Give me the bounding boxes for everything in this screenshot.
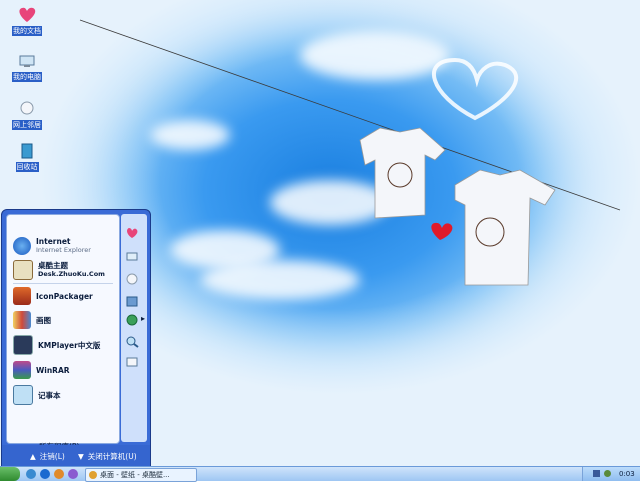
menu-item-winrar[interactable]: WinRAR <box>13 359 117 381</box>
my-computer-icon <box>16 50 38 70</box>
internet-explorer-icon <box>13 237 31 255</box>
menu-item-title: 画图 <box>36 315 51 325</box>
desktop-icon-recycle-bin[interactable]: 回收站 <box>2 140 52 172</box>
shutdown-button[interactable]: ▼ 关闭计算机(U) <box>78 451 137 462</box>
desktop-icon-my-documents[interactable]: 我的文档 <box>2 4 52 36</box>
menu-item-notepad[interactable]: 记事本 <box>13 384 117 406</box>
recycle-bin-icon <box>16 140 38 160</box>
menu-item-kmplayer[interactable]: KMPlayer中文版 <box>13 334 117 356</box>
system-tray: 0:03 <box>582 467 640 481</box>
shutdown-label: 关闭计算机(U) <box>87 452 137 461</box>
iconpackager-icon <box>13 287 31 305</box>
start-menu-programs-pane: Internet Internet Explorer 桌酷主题 Desk.ZhuoK… <box>6 214 120 451</box>
menu-item-title: Internet <box>36 237 71 246</box>
menu-item-title: IconPackager <box>36 291 93 301</box>
search-icon[interactable] <box>125 335 139 348</box>
desktop-icon-label: 我的电脑 <box>12 72 42 82</box>
menu-item-title: 桌酷主题 <box>38 261 68 270</box>
taskbar-window-label: 桌面 - 壁纸 - 桌酷壁... <box>100 471 170 479</box>
kmplayer-icon <box>13 335 33 355</box>
tshirt-girl-icon <box>359 127 446 219</box>
desktop-icon-label: 回收站 <box>15 162 39 172</box>
desktop-icon-my-computer[interactable]: 我的电脑 <box>2 50 52 82</box>
network-places-icon <box>16 98 38 118</box>
menu-separator <box>13 283 113 284</box>
heart-icon[interactable] <box>125 226 139 239</box>
network-icon[interactable] <box>125 272 139 285</box>
menu-item-iconpackager[interactable]: IconPackager <box>13 285 117 307</box>
winrar-icon <box>13 361 31 379</box>
menu-item-zhuoku[interactable]: 桌酷主题 Desk.ZhuoKu.Com <box>13 259 117 281</box>
paint-icon <box>13 311 31 329</box>
start-menu: Internet Internet Explorer 桌酷主题 Desk.ZhuoK… <box>1 209 151 468</box>
menu-item-title: KMPlayer中文版 <box>38 340 101 350</box>
show-desktop-icon[interactable] <box>26 469 36 479</box>
volume-icon[interactable] <box>593 470 600 477</box>
media-player-icon[interactable] <box>54 469 64 479</box>
menu-item-paint[interactable]: 画图 <box>13 309 117 331</box>
desktop-icon-label: 网上邻居 <box>12 120 42 130</box>
control-panel-icon[interactable] <box>125 295 139 308</box>
notepad-icon <box>13 385 33 405</box>
menu-item-title: WinRAR <box>36 365 70 375</box>
start-button[interactable] <box>0 467 20 481</box>
computer-icon[interactable] <box>125 250 139 263</box>
tshirt-boy-icon <box>454 169 556 286</box>
menu-item-internet[interactable]: Internet Internet Explorer <box>13 235 117 257</box>
logoff-button[interactable]: ▲ 注销(L) <box>30 451 65 462</box>
run-icon[interactable] <box>125 355 139 368</box>
menu-item-subtitle: Desk.ZhuoKu.Com <box>38 270 105 278</box>
logoff-icon: ▲ <box>30 452 36 461</box>
start-menu-footer: ▲ 注销(L) ▼ 关闭计算机(U) <box>2 445 150 467</box>
logoff-label: 注销(L) <box>39 452 65 461</box>
taskbar: 桌面 - 壁纸 - 桌酷壁... 0:03 <box>0 466 640 482</box>
chevron-right-icon: ▸ <box>141 314 146 323</box>
window-icon <box>89 471 97 479</box>
menu-item-subtitle: Internet Explorer <box>36 246 91 254</box>
start-menu-places-pane <box>121 214 147 442</box>
cloud-heart-icon <box>431 57 519 121</box>
network-tray-icon[interactable] <box>604 470 611 477</box>
my-documents-heart-icon <box>16 4 38 24</box>
clock[interactable]: 0:03 <box>619 470 635 478</box>
shutdown-icon: ▼ <box>78 452 84 461</box>
red-heart-icon <box>431 222 453 240</box>
desktop-icon-network[interactable]: 网上邻居 <box>2 98 52 130</box>
desktop-icon-label: 我的文档 <box>12 26 42 36</box>
menu-item-title: 记事本 <box>38 390 61 400</box>
messenger-icon[interactable] <box>68 469 78 479</box>
internet-explorer-icon[interactable] <box>40 469 50 479</box>
globe-icon[interactable] <box>125 313 139 326</box>
zhuoku-theme-icon <box>13 260 33 280</box>
